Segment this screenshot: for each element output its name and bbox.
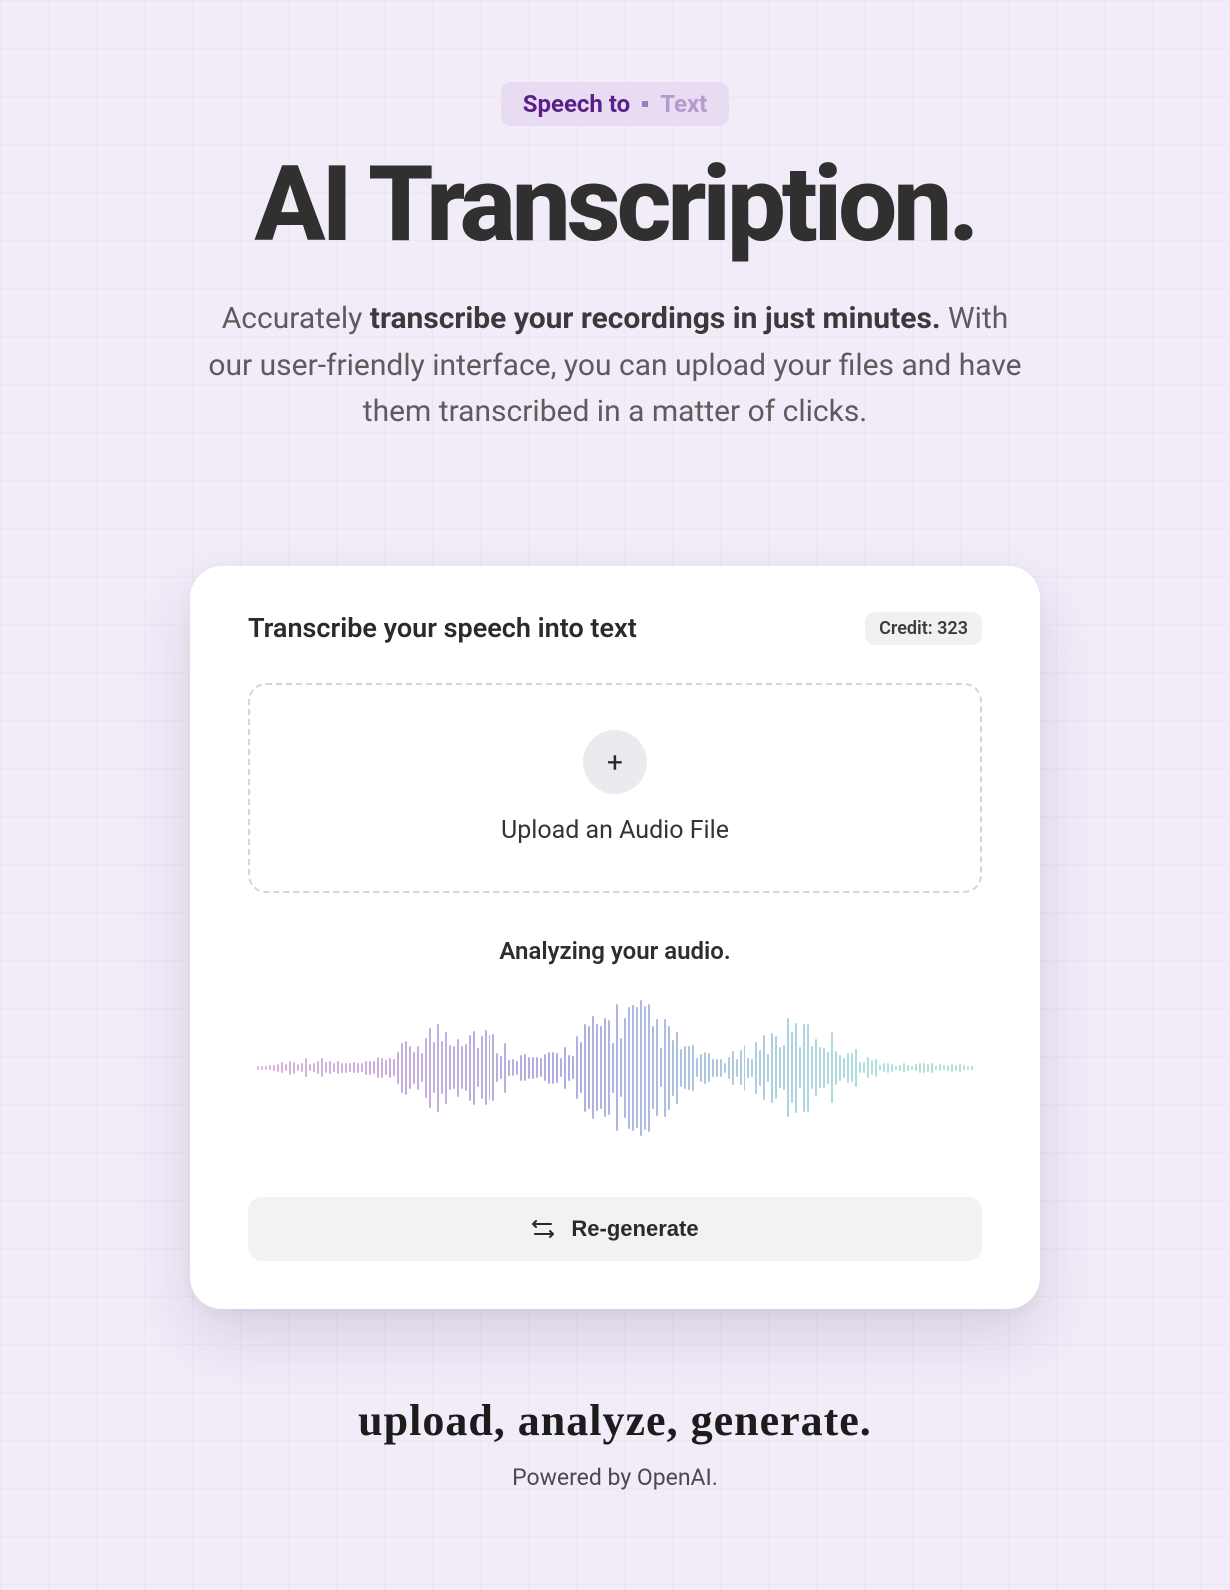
regenerate-button[interactable]: Re-generate [248,1197,982,1261]
page-title: AI Transcription. [255,150,976,260]
transcription-card: Transcribe your speech into text Credit:… [190,566,1040,1309]
pill-dark-text: Speech to [523,90,630,118]
credit-badge: Credit: 323 [865,612,982,645]
footer-powered: Powered by OpenAI. [512,1464,718,1491]
pill-separator-icon [642,101,648,107]
card-title: Transcribe your speech into text [248,612,637,644]
footer-tagline: upload, analyze, generate. [358,1395,872,1446]
hero-sub-pre: Accurately [222,301,370,336]
upload-dropzone[interactable]: + Upload an Audio File [248,683,982,893]
swap-icon [531,1220,555,1238]
feature-pill: Speech to Text [501,82,730,126]
pill-light-text: Text [660,90,707,118]
audio-waveform [248,983,982,1153]
regenerate-label: Re-generate [571,1216,698,1242]
hero-subtitle: Accurately transcribe your recordings in… [205,296,1025,436]
upload-label: Upload an Audio File [501,816,729,845]
plus-icon: + [583,730,647,794]
analysis-status: Analyzing your audio. [248,937,982,965]
hero-sub-bold: transcribe your recordings in just minut… [370,301,941,336]
